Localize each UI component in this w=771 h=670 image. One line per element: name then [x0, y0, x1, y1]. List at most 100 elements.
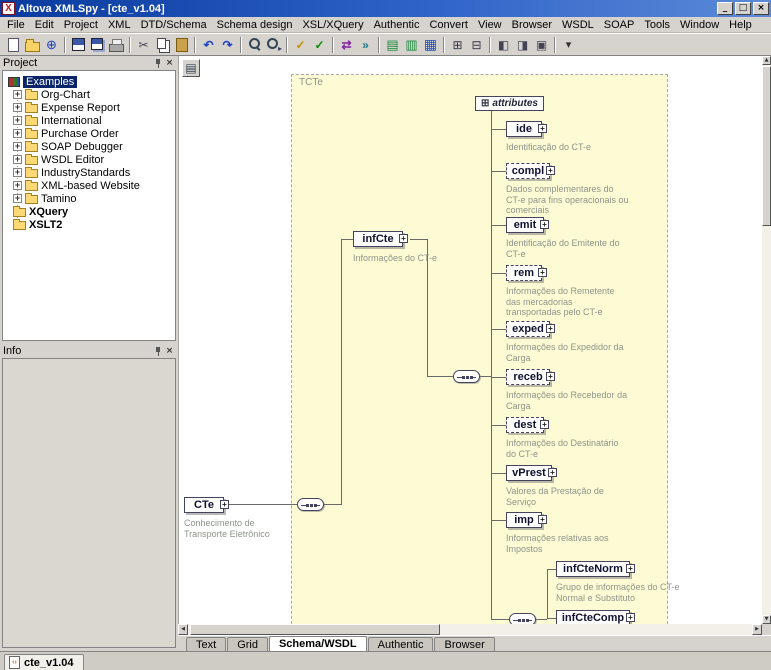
scroll-down-icon[interactable]: ▼ — [762, 615, 771, 624]
expand-all-icon[interactable] — [448, 35, 467, 54]
menu-window[interactable]: Window — [675, 18, 724, 32]
menu-file[interactable]: File — [2, 18, 30, 32]
element-infctenorm[interactable]: infCteNorm — [556, 561, 630, 577]
element-emit[interactable]: emit — [506, 217, 544, 233]
expand-icon[interactable] — [546, 372, 555, 381]
xsl-transform-icon[interactable] — [337, 35, 356, 54]
sequence-compositor[interactable] — [297, 498, 324, 511]
tab-grid[interactable]: Grid — [227, 637, 268, 651]
paste-icon[interactable] — [172, 35, 191, 54]
project-item-org-chart[interactable]: Org-Chart — [3, 88, 175, 101]
save-icon[interactable] — [69, 35, 88, 54]
project-item-international[interactable]: International — [3, 114, 175, 127]
xquery-execute-icon[interactable] — [356, 35, 375, 54]
expand-icon[interactable] — [13, 90, 22, 99]
element-cte[interactable]: CTe — [184, 497, 224, 513]
horizontal-scroll-thumb[interactable] — [190, 624, 440, 635]
table-display-icon[interactable] — [421, 35, 440, 54]
title-bar[interactable]: X Altova XMLSpy - [cte_v1.04] _ □ × — [0, 0, 771, 17]
schema-diagram-canvas[interactable]: ▤ TCTe CTe Conhecimento de Transport — [178, 56, 762, 624]
expand-icon[interactable] — [13, 181, 22, 190]
undo-icon[interactable] — [199, 35, 218, 54]
menu-project[interactable]: Project — [59, 18, 103, 32]
attributes-box[interactable]: ⊞ attributes — [475, 96, 544, 111]
close-button[interactable]: × — [753, 2, 769, 15]
scroll-left-icon[interactable]: ◀ — [178, 624, 188, 635]
project-item-soap-debugger[interactable]: SOAP Debugger — [3, 140, 175, 153]
check-wellformed-icon[interactable] — [291, 35, 310, 54]
expand-icon[interactable] — [626, 613, 635, 622]
element-rem[interactable]: rem — [506, 265, 542, 281]
expand-icon[interactable] — [546, 324, 555, 333]
split-vertical-icon[interactable] — [513, 35, 532, 54]
pin-icon[interactable] — [153, 346, 164, 357]
menu-dtd-schema[interactable]: DTD/Schema — [136, 18, 212, 32]
menu-authentic[interactable]: Authentic — [369, 18, 425, 32]
minimize-button[interactable]: _ — [717, 2, 733, 15]
save-all-icon[interactable] — [88, 35, 107, 54]
element-compl[interactable]: compl — [506, 163, 550, 179]
menu-help[interactable]: Help — [724, 18, 757, 32]
validate-icon[interactable] — [310, 35, 329, 54]
expand-icon[interactable] — [399, 234, 408, 243]
close-panel-icon[interactable]: × — [164, 346, 175, 357]
project-root-examples[interactable]: Examples — [3, 75, 175, 88]
copy-icon[interactable] — [153, 35, 172, 54]
maximize-button[interactable]: □ — [735, 2, 751, 15]
project-item-purchase-order[interactable]: Purchase Order — [3, 127, 175, 140]
element-ide[interactable]: ide — [506, 121, 542, 137]
document-tab[interactable]: cte_v1.04 — [4, 654, 84, 670]
project-item-wsdl-editor[interactable]: WSDL Editor — [3, 153, 175, 166]
menu-view[interactable]: View — [473, 18, 507, 32]
project-item-xquery[interactable]: XQuery — [3, 205, 175, 218]
expand-icon[interactable]: ⊞ — [481, 98, 489, 109]
element-infcte[interactable]: infCte — [353, 231, 403, 247]
vertical-scroll-thumb[interactable] — [762, 66, 771, 226]
menu-schema-design[interactable]: Schema design — [212, 18, 298, 32]
tab-authentic[interactable]: Authentic — [368, 637, 434, 651]
tab-browser[interactable]: Browser — [434, 637, 494, 651]
menu-xml[interactable]: XML — [103, 18, 136, 32]
expand-icon[interactable] — [13, 168, 22, 177]
expand-icon[interactable] — [13, 155, 22, 164]
expand-icon[interactable] — [538, 515, 547, 524]
expand-icon[interactable] — [13, 116, 22, 125]
pin-icon[interactable] — [153, 58, 164, 69]
scroll-right-icon[interactable]: ▶ — [752, 624, 762, 635]
close-panel-icon[interactable]: × — [164, 58, 175, 69]
schema-display-button[interactable]: ▤ — [182, 59, 200, 77]
vertical-scrollbar[interactable]: ▲ ▼ — [762, 56, 771, 624]
split-horizontal-icon[interactable] — [494, 35, 513, 54]
tab-schema-wsdl[interactable]: Schema/WSDL — [269, 636, 367, 651]
scroll-up-icon[interactable]: ▲ — [762, 56, 771, 65]
expand-icon[interactable] — [540, 420, 549, 429]
expand-icon[interactable] — [538, 124, 547, 133]
append-row-icon[interactable] — [402, 35, 421, 54]
element-receb[interactable]: receb — [506, 369, 550, 385]
element-dest[interactable]: dest — [506, 417, 544, 433]
collapse-all-icon[interactable] — [467, 35, 486, 54]
menu-tools[interactable]: Tools — [639, 18, 675, 32]
project-item-tamino[interactable]: Tamino — [3, 192, 175, 205]
menu-edit[interactable]: Edit — [30, 18, 59, 32]
expand-icon[interactable] — [13, 142, 22, 151]
project-item-expense-report[interactable]: Expense Report — [3, 101, 175, 114]
new-file-icon[interactable] — [4, 35, 23, 54]
project-item-xslt2[interactable]: XSLT2 — [3, 218, 175, 231]
find-icon[interactable] — [245, 35, 264, 54]
tab-text[interactable]: Text — [186, 637, 226, 651]
horizontal-scrollbar[interactable]: ◀ ▶ — [178, 624, 762, 635]
menu-xsl-xquery[interactable]: XSL/XQuery — [297, 18, 368, 32]
menu-browser[interactable]: Browser — [507, 18, 557, 32]
print-icon[interactable] — [107, 35, 126, 54]
expand-icon[interactable] — [13, 194, 22, 203]
expand-icon[interactable] — [220, 500, 229, 509]
menu-soap[interactable]: SOAP — [599, 18, 640, 32]
element-vprest[interactable]: vPrest — [506, 465, 552, 481]
find-next-icon[interactable] — [264, 35, 283, 54]
insert-row-icon[interactable] — [383, 35, 402, 54]
expand-icon[interactable] — [546, 166, 555, 175]
element-imp[interactable]: imp — [506, 512, 542, 528]
options-dropdown-icon[interactable] — [559, 35, 578, 54]
menu-convert[interactable]: Convert — [424, 18, 473, 32]
